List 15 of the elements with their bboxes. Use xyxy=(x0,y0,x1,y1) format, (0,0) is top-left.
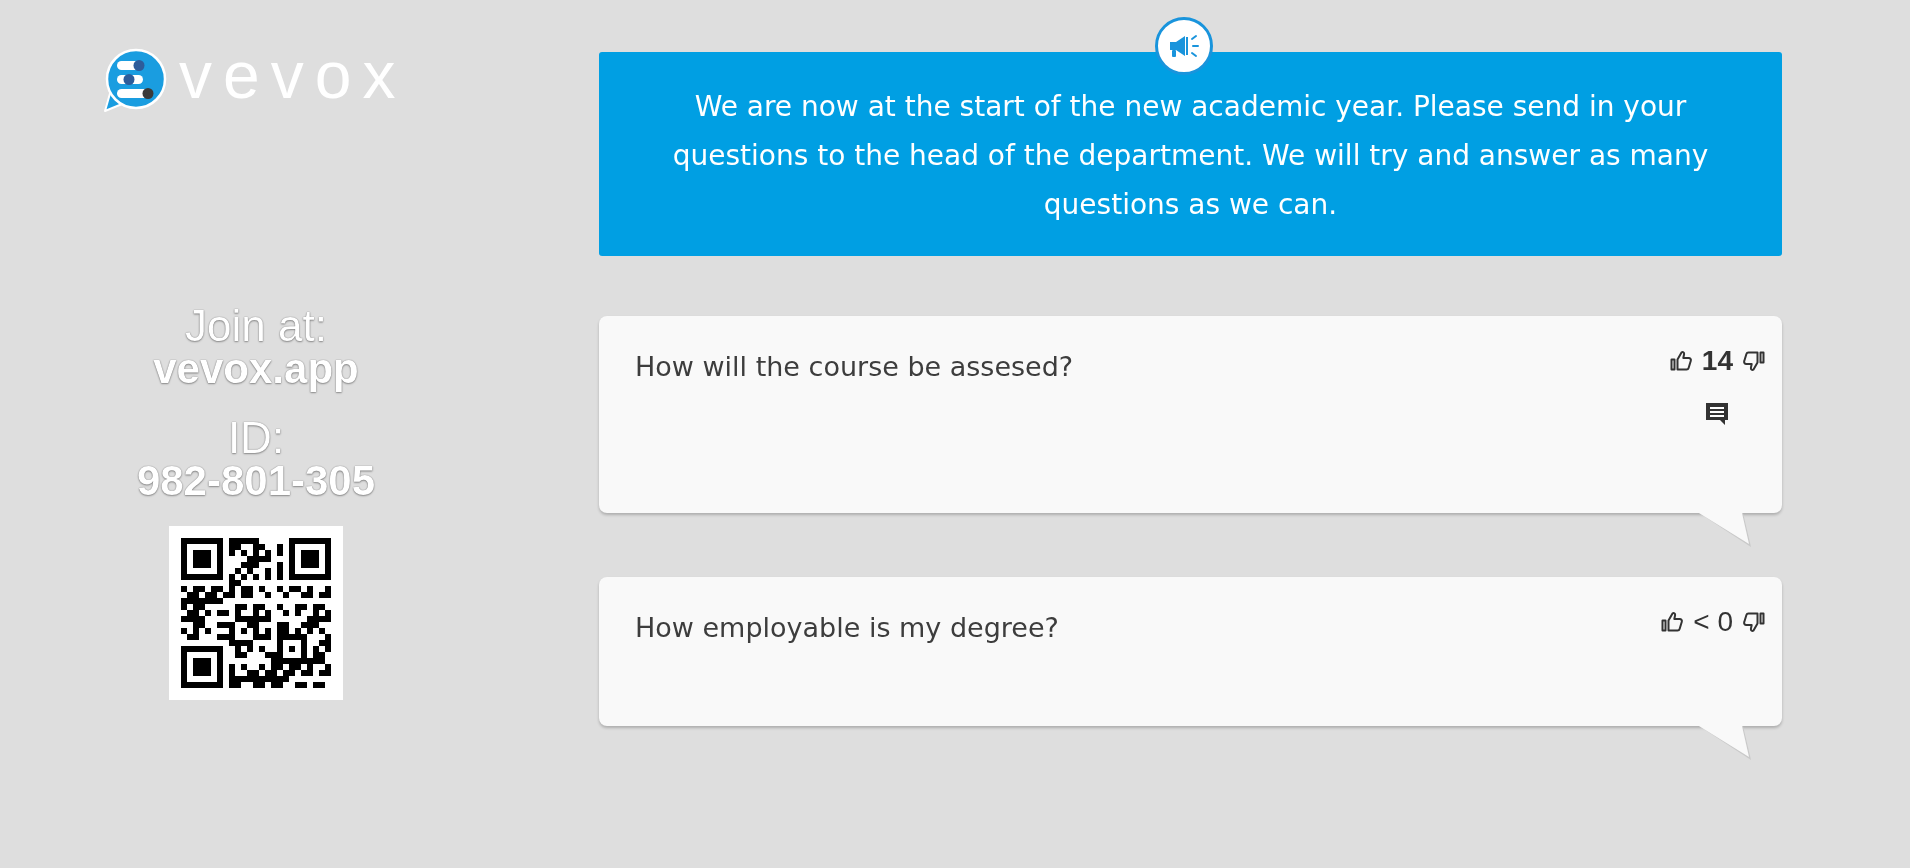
question-text: How will the course be assesed? xyxy=(635,351,1074,383)
join-label: Join at: xyxy=(185,304,327,348)
comment-icon[interactable] xyxy=(1705,402,1730,426)
vote-count: < 0 xyxy=(1693,607,1733,637)
announcement-text: We are now at the start of the new academic year. Please send in your questions to the head of the department. We will try and answer as many questions as we can. xyxy=(671,89,1710,223)
event-id: 982-801-305 xyxy=(136,460,376,502)
logo-icon xyxy=(103,48,167,112)
vote-count: 14 xyxy=(1701,346,1733,376)
join-url: vevox.app xyxy=(153,348,359,390)
thumbs-down-icon[interactable] xyxy=(1742,610,1766,634)
megaphone-icon xyxy=(1155,17,1213,75)
thumbs-up-icon[interactable] xyxy=(1668,349,1693,373)
question-text: How employable is my degree? xyxy=(635,612,1059,644)
thumbs-down-icon[interactable] xyxy=(1742,349,1766,373)
thumbs-up-icon[interactable] xyxy=(1660,610,1685,634)
